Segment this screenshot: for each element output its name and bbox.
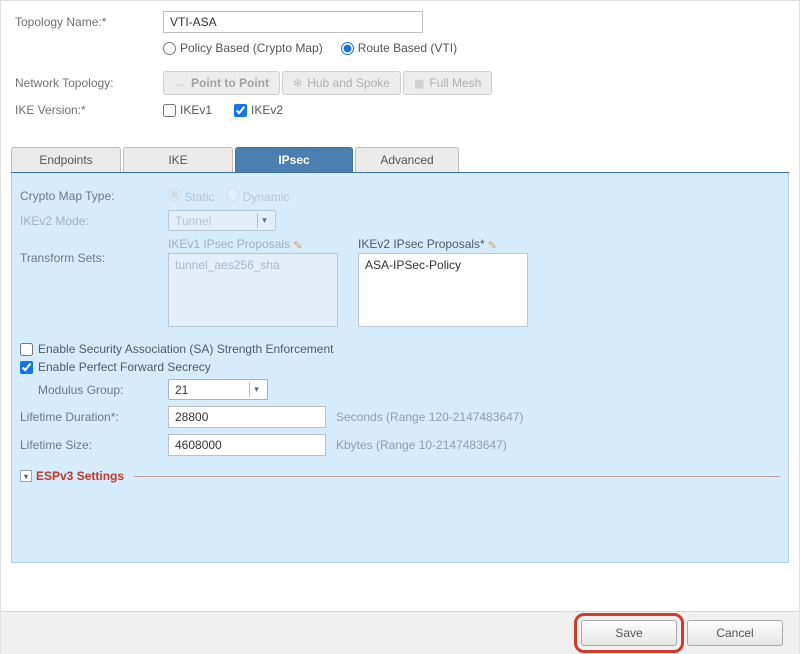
lifetime-size-label: Lifetime Size:	[20, 438, 168, 452]
tab-ike[interactable]: IKE	[123, 147, 233, 172]
network-topology-group: ↔ Point to Point Hub and Spoke Full Mesh	[163, 71, 492, 95]
network-topology-label: Network Topology:	[15, 76, 163, 90]
lifetime-duration-label: Lifetime Duration*:	[20, 410, 168, 424]
topology-point-to-point[interactable]: ↔ Point to Point	[163, 71, 280, 95]
ikev2-mode-label: IKEv2 Mode:	[20, 214, 168, 228]
ikev1-checkbox[interactable]: IKEv1	[163, 103, 212, 117]
pfs-checkbox[interactable]: Enable Perfect Forward Secrecy	[20, 358, 780, 376]
tab-ipsec[interactable]: IPsec	[235, 147, 353, 172]
chevron-down-icon: ▾	[249, 382, 263, 397]
crypto-map-type-label: Crypto Map Type:	[20, 189, 168, 203]
ike-version-group: IKEv1 IKEv2	[163, 103, 283, 117]
route-based-radio[interactable]: Route Based (VTI)	[341, 41, 457, 55]
cancel-button[interactable]: Cancel	[687, 620, 783, 646]
ipsec-tab-body: Crypto Map Type: Static Dynamic IKEv2 Mo…	[11, 173, 789, 563]
lifetime-size-hint: Kbytes (Range 10-2147483647)	[336, 438, 507, 452]
vpn-basis-radio-group: Policy Based (Crypto Map) Route Based (V…	[163, 41, 457, 55]
crypto-static-radio: Static	[168, 188, 214, 204]
espv3-settings-section[interactable]: ▾ ESPv3 Settings	[20, 469, 780, 483]
tab-endpoints[interactable]: Endpoints	[11, 147, 121, 172]
ikev1-proposals-header: IKEv1 IPsec Proposals	[168, 237, 348, 251]
tab-bar: Endpoints IKE IPsec Advanced	[11, 147, 789, 174]
transform-sets: IKEv1 IPsec Proposals tunnel_aes256_sha …	[168, 237, 548, 327]
hub-icon	[293, 76, 302, 90]
topology-hub-and-spoke[interactable]: Hub and Spoke	[282, 71, 401, 95]
lifetime-size-input[interactable]	[168, 434, 326, 456]
lifetime-duration-input[interactable]	[168, 406, 326, 428]
ike-version-label: IKE Version:*	[15, 103, 163, 117]
dialog-footer: Save Cancel	[1, 611, 799, 654]
arrows-icon: ↔	[174, 76, 186, 90]
sa-strength-checkbox[interactable]: Enable Security Association (SA) Strengt…	[20, 340, 780, 358]
collapse-toggle-icon[interactable]: ▾	[20, 470, 32, 482]
modulus-group-select[interactable]: 21 ▾	[168, 379, 268, 400]
policy-based-radio[interactable]: Policy Based (Crypto Map)	[163, 41, 323, 55]
crypto-dynamic-radio: Dynamic	[226, 188, 289, 204]
chevron-down-icon: ▾	[257, 213, 271, 228]
ikev2-checkbox[interactable]: IKEv2	[234, 103, 283, 117]
ikev2-proposals-list[interactable]: ASA-IPSec-Policy	[358, 253, 528, 327]
pencil-icon[interactable]	[488, 238, 500, 250]
pencil-icon[interactable]	[293, 238, 305, 250]
topology-name-input[interactable]	[163, 11, 423, 33]
ikev2-mode-select: Tunnel ▾	[168, 210, 276, 231]
ikev1-proposals-list: tunnel_aes256_sha	[168, 253, 338, 327]
topology-name-label: Topology Name:*	[15, 15, 163, 29]
modulus-group-label: Modulus Group:	[38, 383, 168, 397]
tab-advanced[interactable]: Advanced	[355, 147, 459, 172]
ikev2-proposals-header: IKEv2 IPsec Proposals*	[358, 237, 538, 251]
transform-sets-label: Transform Sets:	[20, 237, 168, 265]
save-button[interactable]: Save	[581, 620, 677, 646]
mesh-icon	[414, 76, 424, 90]
topology-full-mesh[interactable]: Full Mesh	[403, 71, 492, 95]
vpn-topology-dialog: Topology Name:* Policy Based (Crypto Map…	[0, 0, 800, 654]
lifetime-duration-hint: Seconds (Range 120-2147483647)	[336, 410, 523, 424]
